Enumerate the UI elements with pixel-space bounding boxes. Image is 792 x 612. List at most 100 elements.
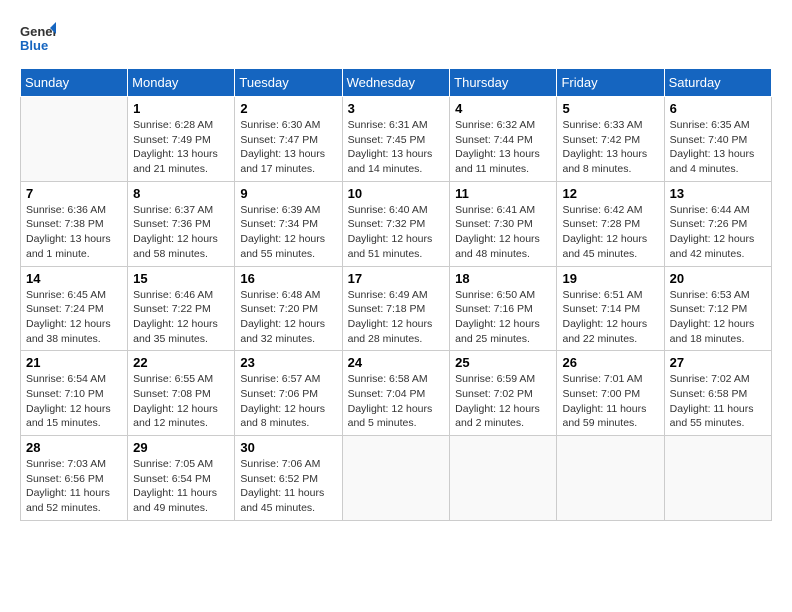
day-number: 30 bbox=[240, 440, 336, 455]
weekday-header-saturday: Saturday bbox=[664, 69, 771, 97]
day-number: 5 bbox=[562, 101, 658, 116]
day-number: 7 bbox=[26, 186, 122, 201]
day-info: Sunrise: 6:49 AMSunset: 7:18 PMDaylight:… bbox=[348, 288, 445, 347]
calendar-cell: 6Sunrise: 6:35 AMSunset: 7:40 PMDaylight… bbox=[664, 97, 771, 182]
calendar-cell: 15Sunrise: 6:46 AMSunset: 7:22 PMDayligh… bbox=[128, 266, 235, 351]
calendar-cell: 1 Sunrise: 6:28 AMSunset: 7:49 PMDaylight… bbox=[128, 97, 235, 182]
day-info: Sunrise: 6:39 AMSunset: 7:34 PMDaylight:… bbox=[240, 203, 336, 262]
calendar-cell: 24Sunrise: 6:58 AMSunset: 7:04 PMDayligh… bbox=[342, 351, 450, 436]
calendar-cell: 20 Sunrise: 6:53 AMSunset: 7:12 PMDayligh… bbox=[664, 266, 771, 351]
calendar-cell: 5 Sunrise: 6:33 AMSunset: 7:42 PMDaylight… bbox=[557, 97, 664, 182]
calendar-week-1: 1 Sunrise: 6:28 AMSunset: 7:49 PMDaylight… bbox=[21, 97, 772, 182]
day-info: Sunrise: 7:02 AMSunset: 6:58 PMDaylight:… bbox=[670, 372, 766, 431]
weekday-header-thursday: Thursday bbox=[450, 69, 557, 97]
calendar-cell: 13 Sunrise: 6:44 AMSunset: 7:26 PMDayligh… bbox=[664, 181, 771, 266]
day-number: 27 bbox=[670, 355, 766, 370]
calendar-cell bbox=[342, 436, 450, 521]
calendar-table: SundayMondayTuesdayWednesdayThursdayFrid… bbox=[20, 68, 772, 521]
day-number: 8 bbox=[133, 186, 229, 201]
logo: General Blue bbox=[20, 20, 56, 56]
calendar-cell: 2 Sunrise: 6:30 AMSunset: 7:47 PMDaylight… bbox=[235, 97, 342, 182]
calendar-cell: 23Sunrise: 6:57 AMSunset: 7:06 PMDayligh… bbox=[235, 351, 342, 436]
svg-text:Blue: Blue bbox=[20, 38, 48, 53]
day-info: Sunrise: 6:42 AMSunset: 7:28 PMDaylight:… bbox=[562, 203, 658, 262]
day-info: Sunrise: 6:54 AMSunset: 7:10 PMDaylight:… bbox=[26, 372, 122, 431]
calendar-cell: 28Sunrise: 7:03 AMSunset: 6:56 PMDayligh… bbox=[21, 436, 128, 521]
day-info: Sunrise: 6:31 AMSunset: 7:45 PMDaylight:… bbox=[348, 118, 445, 177]
weekday-header-friday: Friday bbox=[557, 69, 664, 97]
day-number: 2 bbox=[240, 101, 336, 116]
day-info: Sunrise: 7:01 AMSunset: 7:00 PMDaylight:… bbox=[562, 372, 658, 431]
calendar-cell: 29Sunrise: 7:05 AMSunset: 6:54 PMDayligh… bbox=[128, 436, 235, 521]
day-info: Sunrise: 7:03 AMSunset: 6:56 PMDaylight:… bbox=[26, 457, 122, 516]
calendar-cell: 9 Sunrise: 6:39 AMSunset: 7:34 PMDaylight… bbox=[235, 181, 342, 266]
calendar-week-5: 28Sunrise: 7:03 AMSunset: 6:56 PMDayligh… bbox=[21, 436, 772, 521]
day-number: 11 bbox=[455, 186, 551, 201]
day-info: Sunrise: 6:53 AMSunset: 7:12 PMDaylight:… bbox=[670, 288, 766, 347]
calendar-cell: 7 Sunrise: 6:36 AMSunset: 7:38 PMDaylight… bbox=[21, 181, 128, 266]
day-number: 9 bbox=[240, 186, 336, 201]
day-info: Sunrise: 6:44 AMSunset: 7:26 PMDaylight:… bbox=[670, 203, 766, 262]
calendar-cell: 19 Sunrise: 6:51 AMSunset: 7:14 PMDayligh… bbox=[557, 266, 664, 351]
calendar-cell: 10 Sunrise: 6:40 AMSunset: 7:32 PMDayligh… bbox=[342, 181, 450, 266]
day-info: Sunrise: 6:57 AMSunset: 7:06 PMDaylight:… bbox=[240, 372, 336, 431]
calendar-cell: 25 Sunrise: 6:59 AMSunset: 7:02 PMDayligh… bbox=[450, 351, 557, 436]
calendar-cell: 12 Sunrise: 6:42 AMSunset: 7:28 PMDayligh… bbox=[557, 181, 664, 266]
calendar-cell: 4 Sunrise: 6:32 AMSunset: 7:44 PMDaylight… bbox=[450, 97, 557, 182]
calendar-cell: 26 Sunrise: 7:01 AMSunset: 7:00 PMDayligh… bbox=[557, 351, 664, 436]
calendar-cell bbox=[21, 97, 128, 182]
day-info: Sunrise: 6:51 AMSunset: 7:14 PMDaylight:… bbox=[562, 288, 658, 347]
calendar-cell bbox=[664, 436, 771, 521]
day-number: 17 bbox=[348, 271, 445, 286]
weekday-header-wednesday: Wednesday bbox=[342, 69, 450, 97]
calendar-cell bbox=[450, 436, 557, 521]
day-info: Sunrise: 6:33 AMSunset: 7:42 PMDaylight:… bbox=[562, 118, 658, 177]
calendar-cell: 16Sunrise: 6:48 AMSunset: 7:20 PMDayligh… bbox=[235, 266, 342, 351]
day-number: 3 bbox=[348, 101, 445, 116]
day-info: Sunrise: 6:40 AMSunset: 7:32 PMDaylight:… bbox=[348, 203, 445, 262]
day-info: Sunrise: 6:59 AMSunset: 7:02 PMDaylight:… bbox=[455, 372, 551, 431]
svg-text:General: General bbox=[20, 24, 56, 39]
day-info: Sunrise: 6:30 AMSunset: 7:47 PMDaylight:… bbox=[240, 118, 336, 177]
calendar-cell: 17 Sunrise: 6:49 AMSunset: 7:18 PMDayligh… bbox=[342, 266, 450, 351]
day-number: 19 bbox=[562, 271, 658, 286]
day-info: Sunrise: 6:28 AMSunset: 7:49 PMDaylight:… bbox=[133, 118, 229, 177]
calendar-cell bbox=[557, 436, 664, 521]
calendar-cell: 21 Sunrise: 6:54 AMSunset: 7:10 PMDayligh… bbox=[21, 351, 128, 436]
weekday-header-tuesday: Tuesday bbox=[235, 69, 342, 97]
calendar-week-2: 7 Sunrise: 6:36 AMSunset: 7:38 PMDaylight… bbox=[21, 181, 772, 266]
day-info: Sunrise: 6:36 AMSunset: 7:38 PMDaylight:… bbox=[26, 203, 122, 262]
calendar-cell: 18 Sunrise: 6:50 AMSunset: 7:16 PMDayligh… bbox=[450, 266, 557, 351]
page-header: General Blue bbox=[20, 20, 772, 56]
day-number: 25 bbox=[455, 355, 551, 370]
day-number: 10 bbox=[348, 186, 445, 201]
day-info: Sunrise: 6:37 AMSunset: 7:36 PMDaylight:… bbox=[133, 203, 229, 262]
day-number: 18 bbox=[455, 271, 551, 286]
weekday-header-sunday: Sunday bbox=[21, 69, 128, 97]
calendar-cell: 30 Sunrise: 7:06 AMSunset: 6:52 PMDayligh… bbox=[235, 436, 342, 521]
day-number: 4 bbox=[455, 101, 551, 116]
day-number: 22 bbox=[133, 355, 229, 370]
day-number: 14 bbox=[26, 271, 122, 286]
logo-icon: General Blue bbox=[20, 20, 56, 56]
day-info: Sunrise: 6:35 AMSunset: 7:40 PMDaylight:… bbox=[670, 118, 766, 177]
day-info: Sunrise: 6:46 AMSunset: 7:22 PMDaylight:… bbox=[133, 288, 229, 347]
day-number: 12 bbox=[562, 186, 658, 201]
day-info: Sunrise: 6:48 AMSunset: 7:20 PMDaylight:… bbox=[240, 288, 336, 347]
day-info: Sunrise: 7:06 AMSunset: 6:52 PMDaylight:… bbox=[240, 457, 336, 516]
calendar-cell: 8 Sunrise: 6:37 AMSunset: 7:36 PMDaylight… bbox=[128, 181, 235, 266]
day-info: Sunrise: 6:41 AMSunset: 7:30 PMDaylight:… bbox=[455, 203, 551, 262]
calendar-cell: 22Sunrise: 6:55 AMSunset: 7:08 PMDayligh… bbox=[128, 351, 235, 436]
calendar-cell: 3 Sunrise: 6:31 AMSunset: 7:45 PMDaylight… bbox=[342, 97, 450, 182]
calendar-cell: 11 Sunrise: 6:41 AMSunset: 7:30 PMDayligh… bbox=[450, 181, 557, 266]
day-number: 13 bbox=[670, 186, 766, 201]
weekday-header-monday: Monday bbox=[128, 69, 235, 97]
day-info: Sunrise: 6:50 AMSunset: 7:16 PMDaylight:… bbox=[455, 288, 551, 347]
day-number: 1 bbox=[133, 101, 229, 116]
day-number: 21 bbox=[26, 355, 122, 370]
day-info: Sunrise: 6:45 AMSunset: 7:24 PMDaylight:… bbox=[26, 288, 122, 347]
calendar-cell: 14 Sunrise: 6:45 AMSunset: 7:24 PMDayligh… bbox=[21, 266, 128, 351]
day-number: 20 bbox=[670, 271, 766, 286]
day-number: 26 bbox=[562, 355, 658, 370]
day-info: Sunrise: 6:32 AMSunset: 7:44 PMDaylight:… bbox=[455, 118, 551, 177]
